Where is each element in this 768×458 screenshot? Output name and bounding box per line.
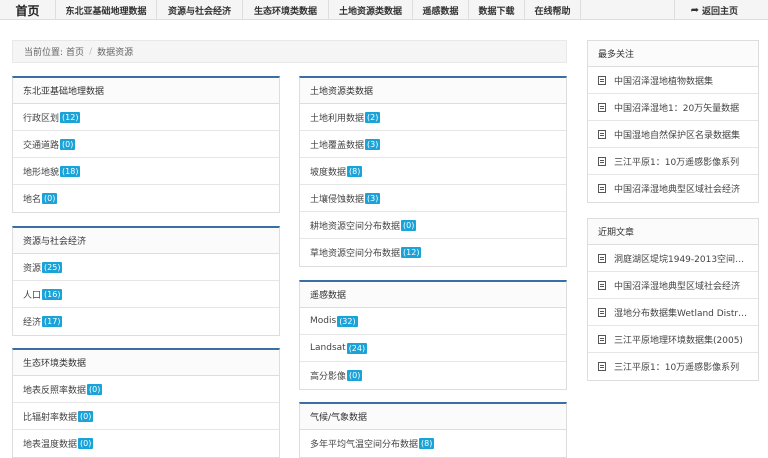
panel-title: 遥感数据 bbox=[300, 282, 566, 308]
count-badge: (2) bbox=[365, 111, 381, 123]
count-badge: (12) bbox=[401, 247, 422, 258]
sidebar-recent-articles: 近期文章 洞庭湖区堤垸1949-2013空间分布 中国沼泽湿地典型区域社会经济 … bbox=[587, 218, 759, 381]
sidebar-item[interactable]: 三江平原1：10万遥感影像系列 bbox=[588, 148, 758, 175]
sidebar-item[interactable]: 三江平原1：10万遥感影像系列 bbox=[588, 353, 758, 380]
list-item[interactable]: 土地覆盖数据 (3) bbox=[300, 131, 566, 158]
sidebar-item[interactable]: 中国沼泽湿地典型区域社会经济 bbox=[588, 272, 758, 299]
document-icon bbox=[598, 334, 606, 344]
nav-item-resources-economy[interactable]: 资源与社会经济 bbox=[157, 0, 243, 20]
top-navbar: 首页 东北亚基础地理数据 资源与社会经济 生态环境类数据 土地资源类数据 遥感数… bbox=[0, 0, 768, 20]
panel-northeast-asia-geo: 东北亚基础地理数据 行政区划 (12) 交通道路 (0) 地形地貌 (18) 地名 (0… bbox=[12, 76, 280, 213]
breadcrumb-home-link[interactable]: 首页 bbox=[66, 45, 84, 58]
document-icon bbox=[598, 129, 606, 139]
list-item[interactable]: 高分影像 (0) bbox=[300, 362, 566, 389]
nav-home-link[interactable]: 首页 bbox=[0, 0, 56, 20]
list-item[interactable]: 耕地资源空间分布数据 (0) bbox=[300, 212, 566, 239]
sidebar-item[interactable]: 三江平原地理环境数据集(2005) bbox=[588, 326, 758, 353]
count-badge: (3) bbox=[365, 138, 381, 150]
list-item[interactable]: 地表温度数据 (0) bbox=[13, 430, 279, 457]
nav-item-northeast-asia-geo[interactable]: 东北亚基础地理数据 bbox=[56, 0, 157, 20]
sidebar-item[interactable]: 中国湿地自然保护区名录数据集 bbox=[588, 121, 758, 148]
document-icon bbox=[598, 102, 606, 112]
count-badge: (12) bbox=[60, 111, 81, 123]
list-item[interactable]: 经济 (17) bbox=[13, 308, 279, 335]
document-icon bbox=[598, 184, 606, 193]
list-item[interactable]: 草地资源空间分布数据 (12) bbox=[300, 239, 566, 266]
nav-item-land-resources[interactable]: 土地资源类数据 bbox=[329, 0, 413, 20]
count-badge: (8) bbox=[419, 438, 435, 449]
document-icon bbox=[598, 362, 606, 371]
panel-land-resources: 土地资源类数据 土地利用数据 (2) 土地覆盖数据 (3) 坡度数据 (8) 土壤侵蚀… bbox=[299, 76, 567, 267]
count-badge: (17) bbox=[42, 316, 63, 327]
panel-ecology: 生态环境类数据 地表反照率数据 (0) 比辐射率数据 (0) 地表温度数据 (0) bbox=[12, 348, 280, 458]
count-badge: (0) bbox=[347, 370, 363, 381]
panel-climate: 气候/气象数据 多年平均气温空间分布数据 (8) bbox=[299, 402, 567, 458]
document-icon bbox=[598, 280, 606, 290]
panel-title: 土地资源类数据 bbox=[300, 78, 566, 104]
document-icon bbox=[598, 75, 606, 85]
sidebar-item[interactable]: 中国沼泽湿地1：20万矢量数据 bbox=[588, 94, 758, 121]
list-item[interactable]: 资源 (25) bbox=[13, 254, 279, 281]
panel-title: 资源与社会经济 bbox=[13, 228, 279, 254]
panel-title: 东北亚基础地理数据 bbox=[13, 78, 279, 104]
sidebar-most-followed: 最多关注 中国沼泽湿地植物数据集 中国沼泽湿地1：20万矢量数据 中国湿地自然保… bbox=[587, 40, 759, 203]
count-badge: (25) bbox=[42, 261, 63, 273]
count-badge: (32) bbox=[337, 315, 358, 327]
list-item[interactable]: 人口 (16) bbox=[13, 281, 279, 308]
breadcrumb-separator: / bbox=[89, 46, 93, 57]
list-item[interactable]: 地表反照率数据 (0) bbox=[13, 376, 279, 403]
list-item[interactable]: 行政区划 (12) bbox=[13, 104, 279, 131]
count-badge: (16) bbox=[42, 288, 63, 300]
nav-item-online-help[interactable]: 在线帮助 bbox=[525, 0, 581, 20]
list-item[interactable]: 地形地貌 (18) bbox=[13, 158, 279, 185]
list-item[interactable]: 比辐射率数据 (0) bbox=[13, 403, 279, 430]
panel-remote-sensing: 遥感数据 Modis (32) Landsat (24) 高分影像 (0) bbox=[299, 280, 567, 390]
sidebar-item[interactable]: 中国沼泽湿地典型区域社会经济 bbox=[588, 175, 758, 202]
count-badge: (0) bbox=[60, 138, 76, 150]
sidebar-item[interactable]: 中国沼泽湿地植物数据集 bbox=[588, 67, 758, 94]
count-badge: (24) bbox=[346, 342, 368, 354]
list-item[interactable]: 交通道路 (0) bbox=[13, 131, 279, 158]
count-badge: (0) bbox=[87, 383, 103, 395]
document-icon bbox=[598, 156, 606, 166]
sidebar-item[interactable]: 湿地分布数据集Wetland Distribution bbox=[588, 299, 758, 326]
list-item[interactable]: Landsat (24) bbox=[300, 335, 566, 362]
count-badge: (3) bbox=[365, 192, 381, 204]
sidebar-item[interactable]: 洞庭湖区堤垸1949-2013空间分布 bbox=[588, 245, 758, 272]
nav-item-remote-sensing[interactable]: 遥感数据 bbox=[413, 0, 469, 20]
list-item[interactable]: 多年平均气温空间分布数据 (8) bbox=[300, 430, 566, 457]
list-item[interactable]: 土地利用数据 (2) bbox=[300, 104, 566, 131]
sidebar-title: 近期文章 bbox=[588, 219, 758, 245]
list-item[interactable]: 地名 (0) bbox=[13, 185, 279, 212]
panel-resources-economy: 资源与社会经济 资源 (25) 人口 (16) 经济 (17) bbox=[12, 226, 280, 336]
sidebar-title: 最多关注 bbox=[588, 41, 758, 67]
share-arrow-icon: ➦ bbox=[690, 4, 699, 16]
panel-title: 气候/气象数据 bbox=[300, 404, 566, 430]
nav-item-data-download[interactable]: 数据下载 bbox=[469, 0, 525, 20]
count-badge: (0) bbox=[42, 193, 58, 204]
list-item[interactable]: 坡度数据 (8) bbox=[300, 158, 566, 185]
document-icon bbox=[598, 253, 606, 263]
count-badge: (0) bbox=[401, 219, 417, 231]
breadcrumb: 当前位置: 首页 / 数据资源 bbox=[12, 40, 567, 63]
count-badge: (0) bbox=[78, 438, 94, 449]
panel-title: 生态环境类数据 bbox=[13, 350, 279, 376]
count-badge: (8) bbox=[347, 165, 363, 177]
nav-item-ecology[interactable]: 生态环境类数据 bbox=[243, 0, 329, 20]
count-badge: (18) bbox=[60, 165, 81, 177]
back-home-button[interactable]: ➦ 返回主页 bbox=[673, 0, 768, 20]
count-badge: (0) bbox=[78, 410, 94, 422]
back-home-label: 返回主页 bbox=[701, 6, 738, 17]
list-item[interactable]: 土壤侵蚀数据 (3) bbox=[300, 185, 566, 212]
breadcrumb-prefix: 当前位置: bbox=[24, 48, 64, 58]
breadcrumb-current: 数据资源 bbox=[97, 48, 134, 58]
document-icon bbox=[598, 307, 606, 317]
list-item[interactable]: Modis (32) bbox=[300, 308, 566, 335]
